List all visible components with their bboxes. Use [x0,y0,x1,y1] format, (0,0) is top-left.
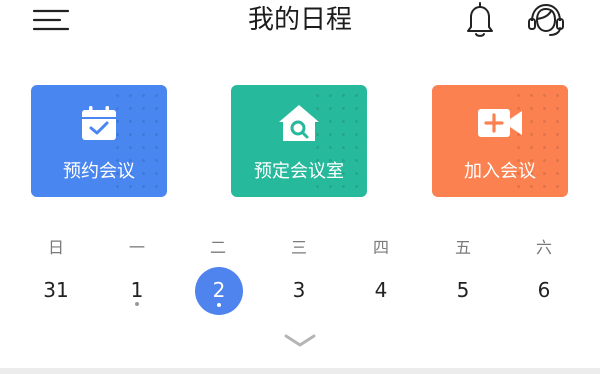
bottom-divider [0,368,600,374]
date-cell[interactable]: 3 [275,270,323,318]
event-dot [217,303,221,307]
date-number: 6 [537,278,551,302]
date-cell-selected[interactable]: 2 [195,267,243,318]
menu-button[interactable] [30,4,70,36]
weekday-sat: 六 [535,238,552,257]
weekday-sun: 日 [47,238,64,257]
weekday-fri: 五 [454,238,471,257]
customer-service-icon [528,3,564,36]
date-cell[interactable]: 1 [113,270,161,318]
join-meeting-label: 加入会议 [464,161,536,182]
date-cell[interactable]: 5 [439,270,487,318]
schedule-page: 我的日程 预约会议 预定会议室 加入会议 日 一 二 三 四 五 六 31 1 … [0,0,600,374]
date-number: 31 [43,278,69,302]
event-dot [135,302,139,306]
reserve-room-card[interactable]: 预定会议室 [231,85,367,197]
room-search-icon [231,103,367,143]
page-title: 我的日程 [247,5,352,35]
customer-service-button[interactable] [522,0,570,40]
chevron-down-icon [284,334,316,347]
reserve-room-label: 预定会议室 [254,161,344,182]
calendar-check-icon [31,103,167,143]
top-bar: 我的日程 [0,0,600,44]
date-number: 3 [292,278,306,302]
expand-calendar-button[interactable] [282,328,318,352]
join-meeting-card[interactable]: 加入会议 [432,85,568,197]
weekday-row: 日 一 二 三 四 五 六 [0,236,600,260]
notifications-button[interactable] [458,0,502,40]
date-number: 5 [456,278,470,302]
bell-icon [467,2,493,37]
date-number: 4 [374,278,388,302]
book-meeting-card[interactable]: 预约会议 [31,85,167,197]
date-cell[interactable]: 6 [520,270,568,318]
weekday-thu: 四 [372,238,389,257]
weekday-tue: 二 [209,238,226,257]
date-cell[interactable]: 4 [357,270,405,318]
weekday-mon: 一 [128,238,145,257]
menu-icon [32,9,70,31]
book-meeting-label: 预约会议 [63,161,135,182]
date-cell[interactable]: 31 [32,270,80,318]
date-row: 31 1 2 3 4 5 6 [0,267,600,315]
weekday-wed: 三 [290,238,307,257]
video-plus-icon [432,103,568,143]
